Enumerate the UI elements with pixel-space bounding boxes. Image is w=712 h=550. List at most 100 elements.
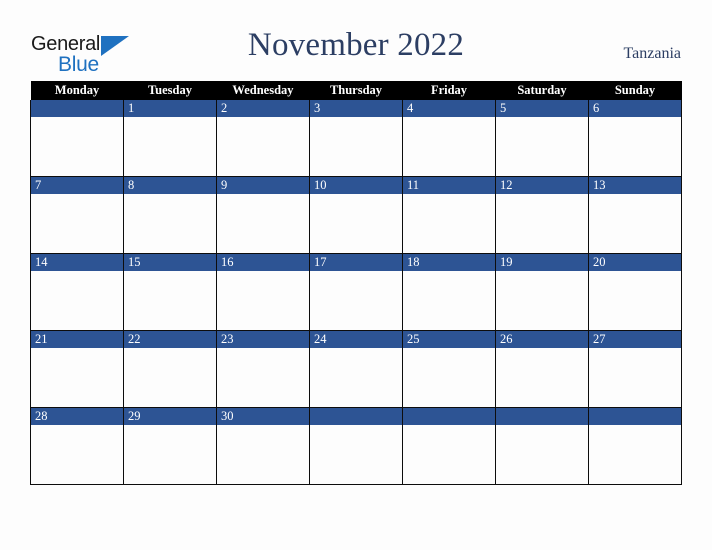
day-cell-inner: 18: [403, 254, 495, 330]
weekday-header-wednesday: Wednesday: [216, 81, 310, 100]
day-number-band: [310, 100, 402, 117]
day-number: 17: [314, 255, 327, 269]
country-label: Tanzania: [623, 45, 681, 62]
day-number-band: [217, 100, 309, 117]
calendar-day-cell[interactable]: 19: [495, 253, 589, 331]
day-cell-inner: 13: [589, 177, 681, 253]
day-number: 19: [500, 255, 513, 269]
calendar-week-row: 1 2 3 4 5 6: [30, 100, 682, 177]
day-number-band: [496, 100, 588, 117]
day-number: 12: [500, 178, 513, 192]
calendar-day-cell[interactable]: 7: [30, 176, 124, 254]
day-number: 7: [35, 178, 42, 192]
day-number: 8: [128, 178, 135, 192]
day-number-band: [403, 100, 495, 117]
day-number-band: [310, 408, 402, 425]
day-cell-inner: 30: [217, 408, 309, 484]
calendar-week-row: 7 8 9 10 11 12 13: [30, 176, 682, 254]
weekday-header-tuesday: Tuesday: [123, 81, 217, 100]
day-number: 11: [407, 178, 420, 192]
day-number: 25: [407, 332, 420, 346]
page-title: November 2022: [247, 27, 465, 63]
day-cell-inner: 20: [589, 254, 681, 330]
calendar-day-cell[interactable]: 29: [123, 407, 217, 485]
calendar-empty-cell: [309, 407, 403, 485]
day-cell-inner: 29: [124, 408, 216, 484]
calendar-day-cell[interactable]: 5: [495, 100, 589, 177]
day-cell-inner: 27: [589, 331, 681, 407]
calendar-day-cell[interactable]: 17: [309, 253, 403, 331]
day-number-band: [124, 100, 216, 117]
day-number: 23: [221, 332, 234, 346]
day-number: 24: [314, 332, 327, 346]
day-number-band: [589, 100, 681, 117]
calendar-day-cell[interactable]: 25: [402, 330, 496, 408]
calendar-day-cell[interactable]: 12: [495, 176, 589, 254]
calendar-day-cell[interactable]: 3: [309, 100, 403, 177]
day-cell-inner: 7: [31, 177, 123, 253]
calendar-day-cell[interactable]: 14: [30, 253, 124, 331]
calendar-empty-cell: [588, 407, 682, 485]
day-number: 9: [221, 178, 228, 192]
calendar-day-cell[interactable]: 6: [588, 100, 682, 177]
day-cell-inner: [589, 408, 681, 484]
calendar-day-cell[interactable]: 28: [30, 407, 124, 485]
calendar-body: 1 2 3 4 5 6 7 8 9 10 11 12 13 14 15 16 17 18 19 20 21 22 23 24 2…: [30, 100, 682, 485]
calendar-day-cell[interactable]: 15: [123, 253, 217, 331]
calendar-day-cell[interactable]: 23: [216, 330, 310, 408]
calendar-day-cell[interactable]: 8: [123, 176, 217, 254]
day-number-band: [31, 177, 123, 194]
day-number: 30: [221, 409, 234, 423]
day-cell-inner: 11: [403, 177, 495, 253]
calendar-day-cell[interactable]: 21: [30, 330, 124, 408]
calendar-week-row: 14 15 16 17 18 19 20: [30, 253, 682, 331]
calendar-header-row: Monday Tuesday Wednesday Thursday Friday…: [30, 81, 682, 100]
day-cell-inner: 21: [31, 331, 123, 407]
day-cell-inner: 6: [589, 100, 681, 176]
calendar-empty-cell: [30, 100, 124, 177]
day-cell-inner: 19: [496, 254, 588, 330]
calendar-day-cell[interactable]: 20: [588, 253, 682, 331]
calendar-day-cell[interactable]: 22: [123, 330, 217, 408]
day-cell-inner: 14: [31, 254, 123, 330]
day-number: 13: [593, 178, 606, 192]
day-cell-inner: 9: [217, 177, 309, 253]
calendar-day-cell[interactable]: 30: [216, 407, 310, 485]
day-cell-inner: 23: [217, 331, 309, 407]
day-number: 4: [407, 101, 414, 115]
page-header: General Blue November 2022 Tanzania: [0, 0, 712, 80]
day-cell-inner: 17: [310, 254, 402, 330]
calendar-day-cell[interactable]: 11: [402, 176, 496, 254]
day-number: 21: [35, 332, 48, 346]
calendar-empty-cell: [402, 407, 496, 485]
calendar-empty-cell: [495, 407, 589, 485]
calendar-day-cell[interactable]: 16: [216, 253, 310, 331]
day-number: 22: [128, 332, 141, 346]
calendar-table: Monday Tuesday Wednesday Thursday Friday…: [30, 81, 682, 485]
calendar-day-cell[interactable]: 1: [123, 100, 217, 177]
day-number-band: [217, 177, 309, 194]
calendar-day-cell[interactable]: 9: [216, 176, 310, 254]
calendar-day-cell[interactable]: 13: [588, 176, 682, 254]
day-cell-inner: 15: [124, 254, 216, 330]
day-cell-inner: [496, 408, 588, 484]
calendar-page: General Blue November 2022 Tanzania Mond…: [0, 0, 712, 550]
calendar-day-cell[interactable]: 18: [402, 253, 496, 331]
day-number-band: [31, 100, 123, 117]
day-cell-inner: 24: [310, 331, 402, 407]
day-number: 29: [128, 409, 141, 423]
day-number-band: [589, 408, 681, 425]
day-cell-inner: 12: [496, 177, 588, 253]
calendar-day-cell[interactable]: 10: [309, 176, 403, 254]
calendar-day-cell[interactable]: 27: [588, 330, 682, 408]
calendar-day-cell[interactable]: 4: [402, 100, 496, 177]
calendar-day-cell[interactable]: 24: [309, 330, 403, 408]
calendar-day-cell[interactable]: 26: [495, 330, 589, 408]
day-cell-inner: 10: [310, 177, 402, 253]
day-number-band: [403, 408, 495, 425]
day-cell-inner: 2: [217, 100, 309, 176]
day-number: 15: [128, 255, 141, 269]
day-cell-inner: [403, 408, 495, 484]
calendar-day-cell[interactable]: 2: [216, 100, 310, 177]
day-cell-inner: 1: [124, 100, 216, 176]
